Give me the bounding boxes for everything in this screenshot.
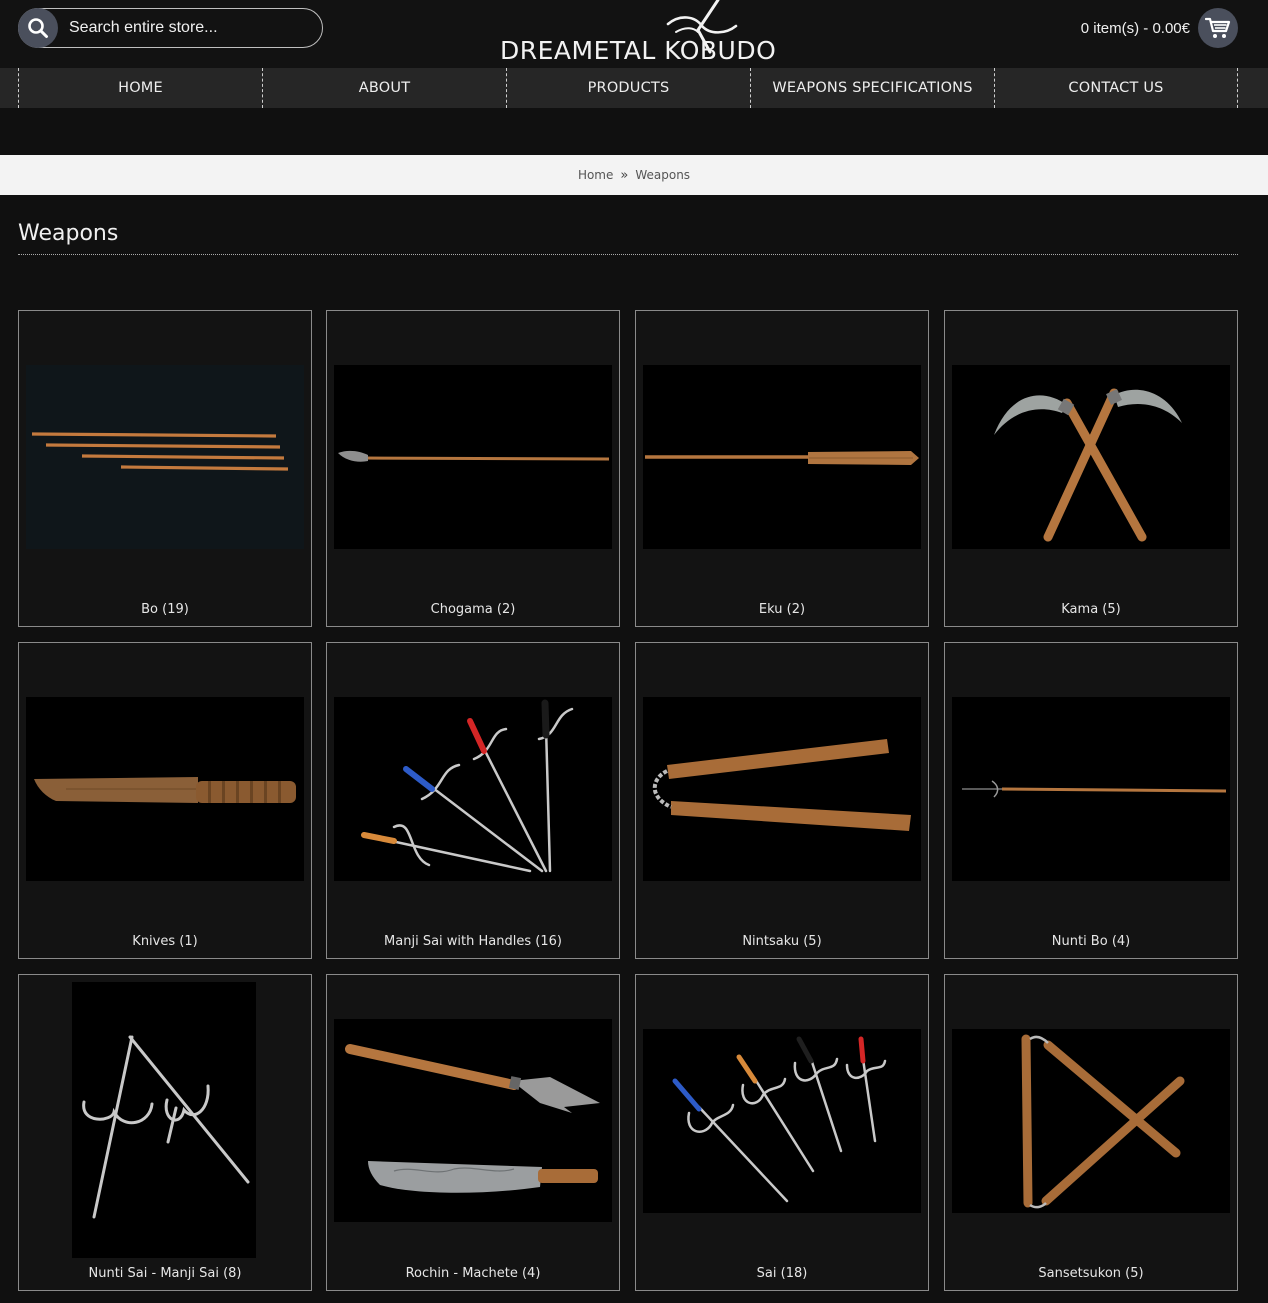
category-label[interactable]: Kama (5): [945, 602, 1237, 617]
cart-button[interactable]: [1198, 8, 1238, 48]
nav-divider: [1237, 68, 1238, 108]
category-image-eku[interactable]: [643, 365, 921, 549]
category-image-nunti-bo[interactable]: [952, 697, 1230, 881]
category-card-nunti-sai-manji-sai[interactable]: Nunti Sai - Manji Sai (8): [18, 974, 312, 1291]
logo-text: DREAMETAL KOBUDO: [500, 36, 777, 65]
category-card-eku[interactable]: Eku (2): [635, 310, 929, 627]
category-label[interactable]: Knives (1): [19, 934, 311, 949]
category-card-nunti-bo[interactable]: Nunti Bo (4): [944, 642, 1238, 959]
category-image-nunti-sai-manji-sai[interactable]: [72, 982, 256, 1258]
category-label[interactable]: Nunti Bo (4): [945, 934, 1237, 949]
category-image-knives[interactable]: [26, 697, 304, 881]
category-card-nintsaku[interactable]: Nintsaku (5): [635, 642, 929, 959]
title-divider: [18, 254, 1238, 255]
site-logo[interactable]: DREAMETAL KOBUDO: [490, 0, 776, 68]
nav-item-about[interactable]: ABOUT: [262, 68, 506, 108]
category-image-sansetsukon[interactable]: [952, 1029, 1230, 1213]
nav-item-weapons-specifications[interactable]: WEAPONS SPECIFICATIONS: [750, 68, 994, 108]
shopping-cart-icon: [1205, 17, 1231, 38]
category-label[interactable]: Nunti Sai - Manji Sai (8): [19, 1266, 311, 1281]
category-image-rochin-machete[interactable]: [334, 1019, 612, 1222]
breadcrumb-separator: »: [620, 167, 629, 183]
page-title: Weapons: [18, 221, 119, 246]
category-label[interactable]: Chogama (2): [327, 602, 619, 617]
category-image-sai[interactable]: [643, 1029, 921, 1213]
search-input[interactable]: Search entire store...: [69, 19, 218, 37]
category-label[interactable]: Eku (2): [636, 602, 928, 617]
cart-summary[interactable]: 0 item(s) - 0.00€: [1081, 20, 1190, 37]
category-card-rochin-machete[interactable]: Rochin - Machete (4): [326, 974, 620, 1291]
search-box[interactable]: Search entire store...: [18, 8, 323, 48]
category-image-kama[interactable]: [952, 365, 1230, 549]
search-button[interactable]: [18, 8, 58, 48]
category-label[interactable]: Manji Sai with Handles (16): [327, 934, 619, 949]
site-header: Search entire store... DREAMETAL KOBUDO …: [0, 0, 1268, 68]
category-card-manji-sai-with-handles[interactable]: Manji Sai with Handles (16): [326, 642, 620, 959]
category-image-nintsaku[interactable]: [643, 697, 921, 881]
category-card-kama[interactable]: Kama (5): [944, 310, 1238, 627]
category-card-knives[interactable]: Knives (1): [18, 642, 312, 959]
category-label[interactable]: Nintsaku (5): [636, 934, 928, 949]
category-image-bo[interactable]: [26, 365, 304, 549]
category-card-bo[interactable]: Bo (19): [18, 310, 312, 627]
breadcrumb-home-link[interactable]: Home: [578, 168, 613, 182]
main-navigation: HOME ABOUT PRODUCTS WEAPONS SPECIFICATIO…: [0, 68, 1268, 108]
nav-item-products[interactable]: PRODUCTS: [506, 68, 750, 108]
category-label[interactable]: Rochin - Machete (4): [327, 1266, 619, 1281]
nav-item-home[interactable]: HOME: [18, 68, 262, 108]
category-image-manji-sai-with-handles[interactable]: [334, 697, 612, 881]
search-icon: [28, 18, 48, 38]
category-card-sansetsukon[interactable]: Sansetsukon (5): [944, 974, 1238, 1291]
breadcrumb: Home » Weapons: [0, 155, 1268, 195]
category-label[interactable]: Bo (19): [19, 602, 311, 617]
category-image-chogama[interactable]: [334, 365, 612, 549]
category-label[interactable]: Sansetsukon (5): [945, 1266, 1237, 1281]
category-card-sai[interactable]: Sai (18): [635, 974, 929, 1291]
nav-item-contact-us[interactable]: CONTACT US: [994, 68, 1237, 108]
category-label[interactable]: Sai (18): [636, 1266, 928, 1281]
breadcrumb-current[interactable]: Weapons: [635, 168, 690, 182]
category-card-chogama[interactable]: Chogama (2): [326, 310, 620, 627]
